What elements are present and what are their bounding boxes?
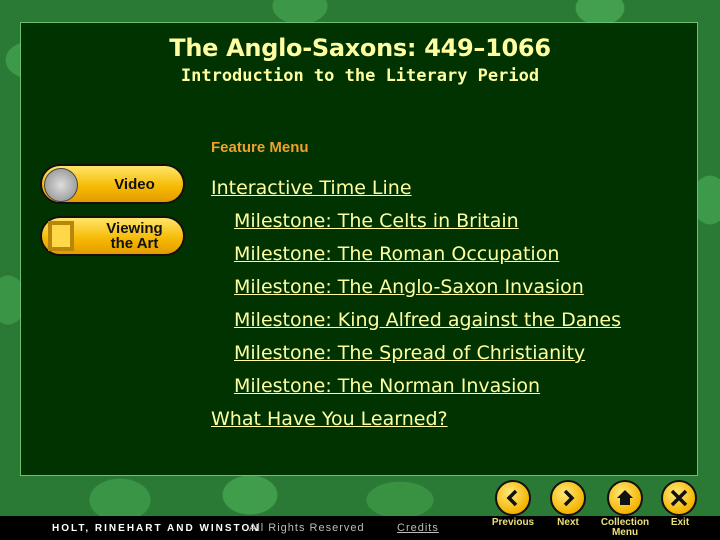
feature-menu-heading: Feature Menu [211,139,309,156]
home-icon [617,490,633,505]
menu-link-what-have-you-learned[interactable]: What Have You Learned? [211,403,621,436]
collection-menu-button[interactable] [607,480,643,516]
viewing-the-art-label: Viewing the Art [106,220,163,252]
publisher-name: HOLT, RINEHART AND WINSTON [52,523,261,534]
menu-link-king-alfred[interactable]: Milestone: King Alfred against the Danes [211,304,621,337]
menu-link-roman[interactable]: Milestone: The Roman Occupation [211,238,621,271]
previous-button[interactable] [495,480,531,516]
chevron-right-icon [563,489,575,507]
credits-link[interactable]: Credits [397,522,439,534]
page-subtitle: Introduction to the Literary Period [180,66,540,86]
page-title: The Anglo-Saxons: 449–1066 [169,34,551,62]
video-button[interactable]: Video [40,164,185,204]
menu-link-interactive-time-line[interactable]: Interactive Time Line [211,172,621,205]
menu-link-anglo-saxon[interactable]: Milestone: The Anglo-Saxon Invasion [211,271,621,304]
menu-link-christianity[interactable]: Milestone: The Spread of Christianity [211,337,621,370]
previous-label: Previous [491,517,535,528]
exit-button[interactable] [661,480,697,516]
film-reel-icon [44,168,78,202]
video-button-label: Video [114,175,155,193]
rights-text: All Rights Reserved [249,522,365,534]
next-button[interactable] [550,480,586,516]
next-label: Next [557,517,579,528]
picture-frame-icon [48,221,74,251]
exit-label: Exit [670,517,690,528]
collection-menu-label: Collection Menu [600,517,650,538]
menu-link-norman[interactable]: Milestone: The Norman Invasion [211,370,621,403]
close-icon [670,489,688,507]
viewing-the-art-button[interactable]: Viewing the Art [40,216,185,256]
feature-menu: Interactive Time Line Milestone: The Cel… [211,172,621,436]
menu-link-celts[interactable]: Milestone: The Celts in Britain [211,205,621,238]
chevron-left-icon [506,489,518,507]
